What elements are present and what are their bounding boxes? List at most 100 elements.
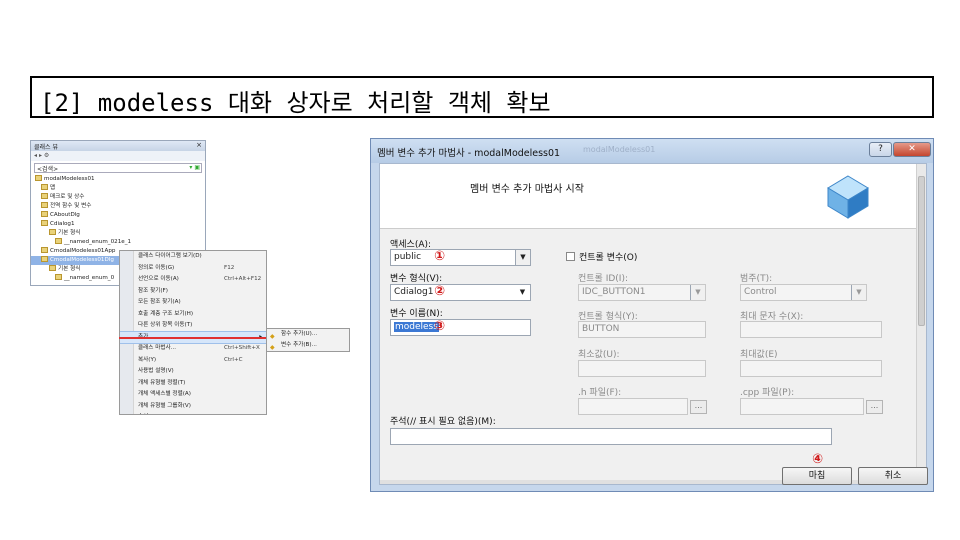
h-file-input[interactable] bbox=[578, 398, 688, 415]
add-function-menu-item[interactable]: ◆ 함수 추가(U)... bbox=[267, 329, 349, 340]
control-id-combobox[interactable]: IDC_BUTTON1 ▼ bbox=[578, 284, 706, 301]
vertical-scrollbar[interactable] bbox=[916, 164, 926, 472]
class-icon bbox=[49, 229, 56, 235]
cancel-button[interactable]: 취소 bbox=[858, 467, 928, 485]
dialog-body: 멤버 변수 추가 마법사 시작 액세스(A): public ▼ ① 컨트롤 변… bbox=[379, 163, 928, 485]
context-menu-shortcut: Ctrl+Shift+X bbox=[224, 345, 260, 351]
control-variable-checkbox[interactable] bbox=[566, 252, 575, 261]
comment-input[interactable] bbox=[390, 428, 832, 445]
tree-item[interactable]: modalModeless01 bbox=[31, 175, 205, 184]
close-button[interactable]: ✕ bbox=[893, 142, 931, 157]
tree-item-label: 기본 형식 bbox=[58, 230, 81, 236]
marker-2: ② bbox=[434, 284, 446, 299]
class-icon bbox=[41, 211, 48, 217]
max-value-input[interactable] bbox=[740, 360, 882, 377]
menu-item-icon bbox=[123, 312, 130, 318]
context-menu-item[interactable]: 복사(Y) Ctrl+C bbox=[120, 355, 266, 367]
search-go-icon[interactable]: ▾ ▣ bbox=[189, 164, 200, 171]
h-file-browse-button[interactable]: ... bbox=[690, 400, 707, 414]
context-menu-item[interactable]: 다른 상위 항목 이동(T) bbox=[120, 320, 266, 332]
class-icon bbox=[41, 184, 48, 190]
tree-item-label: CmodalModeless01App bbox=[50, 248, 116, 254]
class-view-toolbar: ◂ ▸ ⚙ bbox=[31, 151, 205, 161]
add-submenu: ◆ 함수 추가(U)... ◆ 변수 추가(B)... bbox=[266, 328, 350, 352]
menu-item-icon bbox=[123, 381, 130, 387]
back-icon[interactable]: ◂ bbox=[34, 152, 37, 159]
category-combobox[interactable]: Control ▼ bbox=[740, 284, 867, 301]
variable-name-label: 변수 이름(N): bbox=[390, 309, 443, 319]
tree-item[interactable]: 맵 bbox=[31, 184, 205, 193]
context-menu-shortcut: Ctrl+Alt+F12 bbox=[224, 276, 262, 282]
max-value-label: 최대값(E) bbox=[740, 350, 778, 360]
context-menu-item[interactable]: 호출 계층 구조 보기(H) bbox=[120, 309, 266, 321]
menu-item-icon bbox=[123, 346, 130, 352]
cpp-file-label: .cpp 파일(P): bbox=[740, 388, 795, 398]
access-combobox[interactable]: public ▼ bbox=[390, 249, 531, 266]
context-menu-item[interactable]: 사용법 설명(V) bbox=[120, 366, 266, 378]
wizard-cube-icon bbox=[827, 175, 869, 219]
menu-item-icon bbox=[123, 277, 130, 283]
cpp-file-browse-button[interactable]: ... bbox=[866, 400, 883, 414]
chevron-down-icon[interactable]: ▼ bbox=[515, 285, 530, 300]
class-view-titlebar: 클래스 뷰 × bbox=[31, 141, 205, 151]
context-menu-item[interactable]: 선언으로 이동(A) Ctrl+Alt+F12 bbox=[120, 274, 266, 286]
dialog-title: 멤버 변수 추가 마법사 - modalModeless01 bbox=[377, 148, 561, 159]
context-menu-item-label: 정의로 이동(G) bbox=[138, 264, 175, 271]
add-variable-menu-item[interactable]: ◆ 변수 추가(B)... bbox=[267, 340, 349, 351]
tree-item-label: CmodalModeless01Dlg bbox=[50, 257, 114, 263]
help-button[interactable]: ? bbox=[869, 142, 892, 157]
context-menu-item-label: 개체 액세스별 정렬(A) bbox=[138, 391, 191, 397]
max-chars-input[interactable] bbox=[740, 321, 882, 338]
search-input[interactable]: <검색> bbox=[37, 166, 58, 173]
context-menu-item-label: 클래스 마법사... bbox=[138, 345, 176, 351]
tree-item[interactable]: 매크로 및 상수 bbox=[31, 193, 205, 202]
class-icon bbox=[35, 175, 42, 181]
forward-icon[interactable]: ▸ bbox=[39, 152, 42, 159]
min-value-input[interactable] bbox=[578, 360, 706, 377]
tree-item[interactable]: CAboutDlg bbox=[31, 211, 205, 220]
class-icon bbox=[41, 193, 48, 199]
tree-item-label: modalModeless01 bbox=[44, 176, 95, 182]
variable-name-input[interactable]: modeless bbox=[390, 319, 531, 336]
context-menu-item[interactable]: 참조 찾기(F) bbox=[120, 286, 266, 298]
context-menu-item[interactable]: 개체 유형별 그룹화(V) bbox=[120, 401, 266, 413]
menu-item-icon bbox=[123, 254, 130, 260]
context-menu-item-label: 다른 상위 항목 이동(T) bbox=[138, 322, 193, 328]
variable-type-combobox[interactable]: Cdialog1 ▼ bbox=[390, 284, 531, 301]
context-menu-item[interactable]: 개체 유형별 정렬(T) bbox=[120, 378, 266, 390]
scrollbar-thumb[interactable] bbox=[918, 176, 925, 326]
class-view-search[interactable]: <검색> ▾ ▣ bbox=[34, 163, 202, 173]
dialog-titlebar: 멤버 변수 추가 마법사 - modalModeless01 modalMode… bbox=[371, 139, 933, 163]
tree-item[interactable]: 전역 함수 및 변수 bbox=[31, 202, 205, 211]
class-icon bbox=[41, 256, 48, 262]
marker-3: ③ bbox=[434, 319, 446, 334]
control-type-input[interactable]: BUTTON bbox=[578, 321, 706, 338]
chevron-down-icon[interactable]: ▼ bbox=[515, 250, 530, 265]
finish-button[interactable]: 마침 bbox=[782, 467, 852, 485]
menu-item-icon bbox=[123, 392, 130, 398]
context-menu-item[interactable]: 속성(R) bbox=[120, 412, 266, 414]
menu-item-icon bbox=[123, 323, 130, 329]
category-value: Control bbox=[744, 287, 777, 297]
context-menu-item[interactable]: 개체 액세스별 정렬(A) bbox=[120, 389, 266, 401]
tree-item[interactable]: 기본 형식 bbox=[31, 229, 205, 238]
tree-item[interactable]: Cdialog1 bbox=[31, 220, 205, 229]
chevron-down-icon[interactable]: ▼ bbox=[690, 285, 705, 300]
chevron-down-icon[interactable]: ▼ bbox=[851, 285, 866, 300]
settings-icon[interactable]: ⚙ bbox=[44, 152, 49, 159]
cpp-file-input[interactable] bbox=[740, 398, 864, 415]
control-type-value: BUTTON bbox=[582, 324, 620, 334]
slide-title: [2] modeless 대화 상자로 처리할 객체 확보 bbox=[40, 89, 551, 117]
wizard-banner-title: 멤버 변수 추가 마법사 시작 bbox=[470, 184, 584, 195]
context-menu-item[interactable]: 모든 참조 찾기(A) bbox=[120, 297, 266, 309]
context-menu-item-label: 클래스 다이어그램 보기(D) bbox=[138, 253, 202, 259]
tree-item-label: 기본 형식 bbox=[58, 266, 81, 272]
close-icon[interactable]: × bbox=[196, 141, 202, 149]
menu-item-icon bbox=[123, 369, 130, 375]
context-menu-item[interactable]: 클래스 마법사... Ctrl+Shift+X bbox=[120, 343, 266, 355]
tree-item-label: __named_enum_0 bbox=[64, 275, 115, 281]
context-menu-item[interactable]: 클래스 다이어그램 보기(D) bbox=[120, 251, 266, 263]
tree-item[interactable]: __named_enum_021e_1 bbox=[31, 238, 205, 247]
context-menu: 클래스 다이어그램 보기(D) 정의로 이동(G) F12 선언으로 이동(A) Ctr… bbox=[119, 250, 267, 415]
context-menu-item[interactable]: 정의로 이동(G) F12 bbox=[120, 263, 266, 275]
